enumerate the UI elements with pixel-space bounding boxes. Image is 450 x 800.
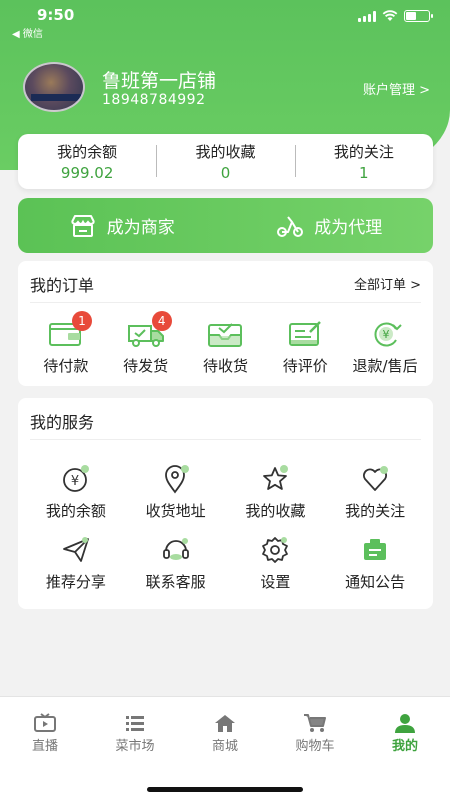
services-header: 我的服务 <box>30 398 421 440</box>
notice-icon <box>364 539 387 560</box>
received-icon <box>208 323 243 347</box>
gear-icon <box>262 537 289 563</box>
nav-mine[interactable]: 我的 <box>360 697 450 767</box>
nav-mall[interactable]: 商城 <box>180 697 270 767</box>
service-label: 收货地址 <box>145 502 206 520</box>
service-label: 通知公告 <box>345 573 406 591</box>
order-pending-shipment[interactable]: 4 待发货 <box>109 311 183 376</box>
paper-plane-icon <box>62 537 89 562</box>
become-agent-label: 成为代理 <box>314 218 383 238</box>
services-title: 我的服务 <box>30 413 95 432</box>
headset-icon <box>162 538 189 560</box>
service-settings[interactable]: 设置 <box>226 535 326 592</box>
services-grid: ¥ 我的余额 收货地址 我的收藏 我的关注 推荐分享 联系客服 设置 通知公告 <box>18 440 433 592</box>
service-label: 推荐分享 <box>45 573 106 591</box>
service-balance[interactable]: ¥ 我的余额 <box>26 464 126 521</box>
order-refund[interactable]: ¥ 退款/售后 <box>348 319 422 376</box>
nav-market[interactable]: 菜市场 <box>90 697 180 767</box>
svg-text:¥: ¥ <box>383 328 390 341</box>
become-merchant-label: 成为商家 <box>106 218 175 238</box>
person-icon <box>395 714 415 733</box>
stat-value: 999.02 <box>60 164 114 182</box>
review-icon <box>289 321 322 346</box>
refund-icon: ¥ <box>374 322 402 347</box>
nav-live[interactable]: 直播 <box>0 697 90 767</box>
service-label: 联系客服 <box>145 573 206 591</box>
order-badge: 1 <box>71 311 92 331</box>
nav-label: 购物车 <box>295 739 335 754</box>
status-bar: 9:50 ◀ 微信 <box>0 0 450 44</box>
tv-icon <box>34 713 56 732</box>
battery-icon <box>404 10 433 22</box>
status-icons <box>358 10 433 22</box>
stat-value: 1 <box>359 164 369 182</box>
store-name: 鲁班第一店铺 <box>102 70 217 92</box>
service-share[interactable]: 推荐分享 <box>26 535 126 592</box>
service-following[interactable]: 我的关注 <box>325 464 425 521</box>
signal-icon <box>358 10 376 22</box>
status-time: 9:50 <box>37 6 75 24</box>
stat-label: 我的关注 <box>333 143 394 161</box>
stat-favorites[interactable]: 我的收藏 0 <box>156 141 294 182</box>
service-label: 我的收藏 <box>245 502 306 520</box>
order-label: 待收货 <box>202 357 248 375</box>
cart-icon <box>304 714 326 732</box>
become-agent-button[interactable]: 成为代理 <box>226 213 434 239</box>
all-orders-link[interactable]: 全部订单 > <box>354 274 421 293</box>
nav-cart[interactable]: 购物车 <box>270 697 360 767</box>
stats-card: 我的余额 999.02 我的收藏 0 我的关注 1 <box>18 134 433 189</box>
order-pending-review[interactable]: 待评价 <box>268 319 342 376</box>
nav-label: 直播 <box>31 739 58 754</box>
stat-value: 0 <box>220 164 231 182</box>
orders-header: 我的订单 全部订单 > <box>30 261 421 303</box>
order-label: 退款/售后 <box>352 357 418 375</box>
svg-text:¥: ¥ <box>71 474 79 489</box>
back-to-wechat-link[interactable]: ◀ 微信 <box>12 25 43 40</box>
home-indicator[interactable] <box>147 787 303 792</box>
service-label: 设置 <box>260 573 291 591</box>
order-pending-receipt[interactable]: 待收货 <box>188 319 262 376</box>
order-label: 待付款 <box>43 357 89 375</box>
stat-balance[interactable]: 我的余额 999.02 <box>18 141 156 182</box>
merchant-banner: 成为商家 成为代理 <box>18 198 433 253</box>
nav-label: 商城 <box>211 739 238 754</box>
service-address[interactable]: 收货地址 <box>126 464 226 521</box>
order-pending-payment[interactable]: 1 待付款 <box>29 311 103 376</box>
service-favorites[interactable]: 我的收藏 <box>226 464 326 521</box>
nav-label: 菜市场 <box>115 739 155 754</box>
account-management-link[interactable]: 账户管理 > <box>363 79 430 98</box>
service-label: 我的关注 <box>345 502 406 520</box>
shop-icon <box>70 214 95 237</box>
list-icon <box>126 716 144 731</box>
avatar[interactable] <box>23 62 85 112</box>
become-merchant-button[interactable]: 成为商家 <box>18 213 226 239</box>
bottom-nav: 直播 菜市场 商城 购物车 我的 <box>0 696 450 800</box>
stat-label: 我的余额 <box>57 143 118 161</box>
star-icon <box>263 465 289 490</box>
location-pin-icon <box>164 465 189 494</box>
nav-label: 我的 <box>391 739 418 754</box>
heart-icon <box>363 466 389 491</box>
wifi-icon <box>382 10 398 21</box>
order-badge: 4 <box>151 311 172 331</box>
orders-row: 1 待付款 4 待发货 待收货 待评价 ¥ 退款/售后 <box>18 303 433 376</box>
orders-card: 我的订单 全部订单 > 1 待付款 4 待发货 待收货 待评价 ¥ 退款/售后 <box>18 261 433 386</box>
phone-number: 18948784992 <box>102 92 206 108</box>
service-label: 我的余额 <box>45 502 106 520</box>
stat-following[interactable]: 我的关注 1 <box>294 141 433 182</box>
order-label: 待评价 <box>282 357 328 375</box>
home-icon <box>215 715 235 732</box>
stat-label: 我的收藏 <box>195 143 256 161</box>
services-card: 我的服务 ¥ 我的余额 收货地址 我的收藏 我的关注 推荐分享 联系客服 设置 … <box>18 398 433 609</box>
service-notices[interactable]: 通知公告 <box>325 535 425 592</box>
orders-title: 我的订单 <box>30 276 95 295</box>
yen-circle-icon: ¥ <box>62 465 89 492</box>
service-customer-support[interactable]: 联系客服 <box>126 535 226 592</box>
order-label: 待发货 <box>123 357 169 375</box>
scooter-icon <box>277 215 304 237</box>
